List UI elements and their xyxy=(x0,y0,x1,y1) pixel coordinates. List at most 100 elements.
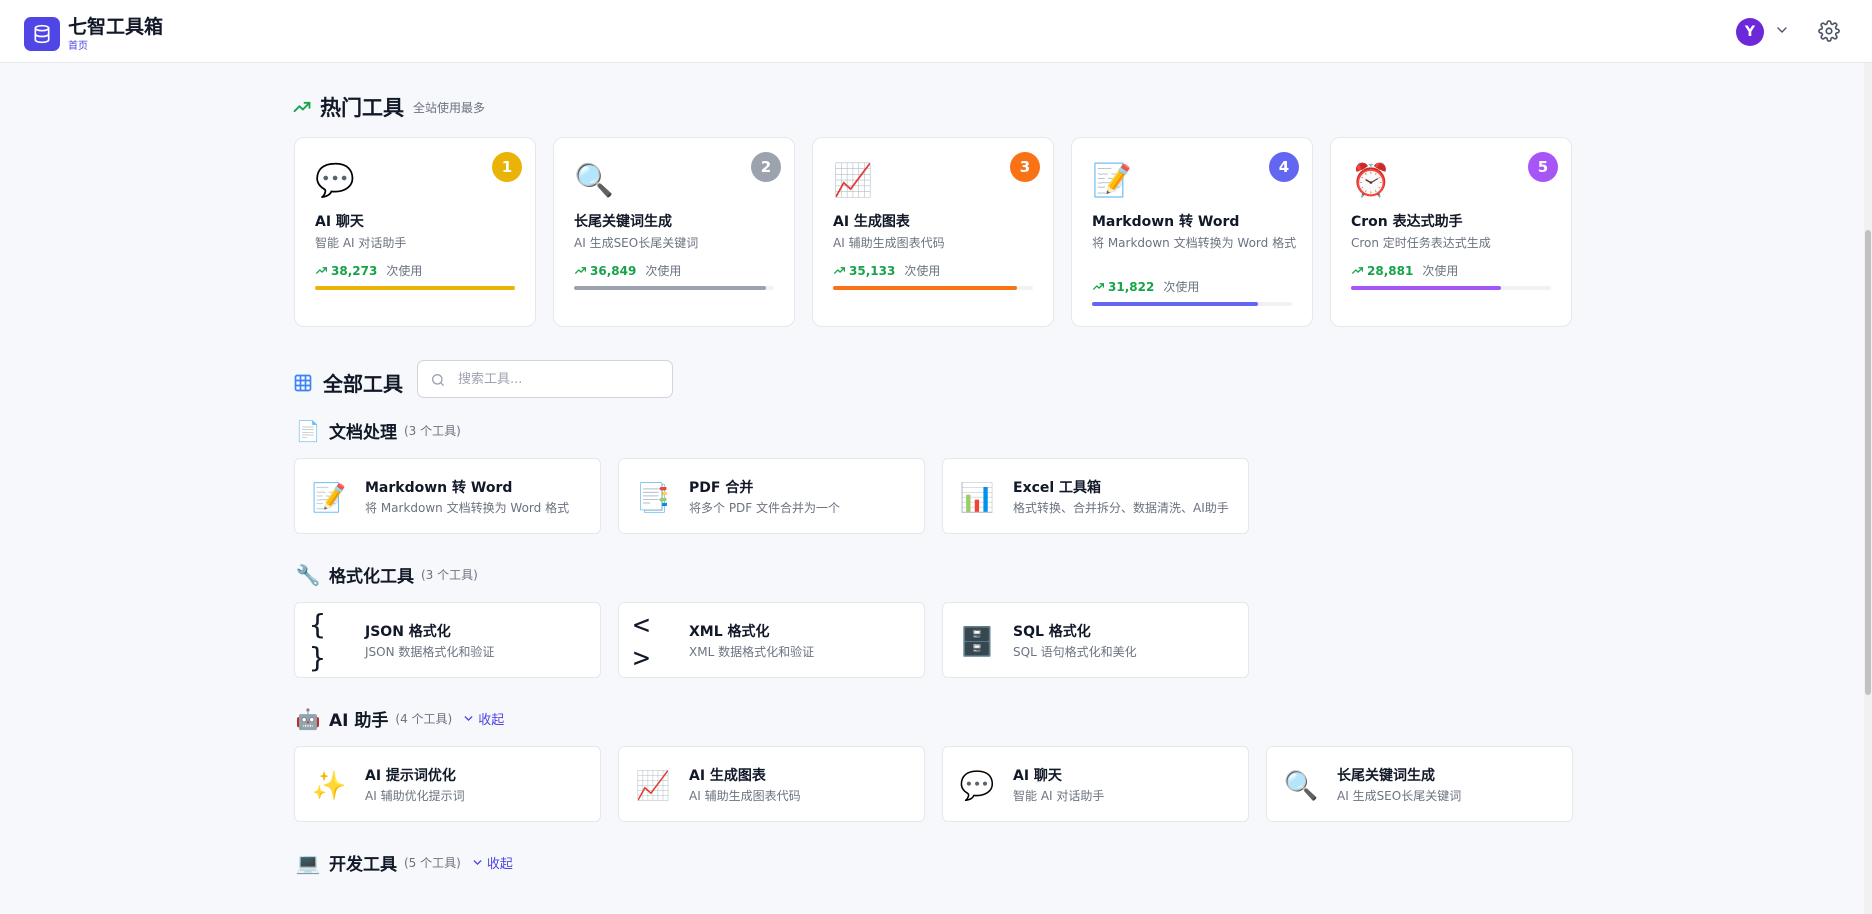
grid-icon xyxy=(294,374,312,391)
collapse-toggle[interactable]: 收起 xyxy=(462,709,504,728)
tool-emoji-icon: 💬 xyxy=(959,768,995,802)
trending-up-icon xyxy=(574,267,587,274)
category-title: 文档处理 xyxy=(329,423,397,443)
usage-unit: 次使用 xyxy=(904,264,941,278)
gear-icon[interactable] xyxy=(1818,20,1840,42)
trending-up-icon xyxy=(1092,283,1105,290)
tool-card[interactable]: 🗄️ SQL 格式化 SQL 语句格式化和美化 xyxy=(942,602,1249,678)
usage-bar-track xyxy=(1351,286,1551,290)
tool-emoji-icon: 📝 xyxy=(1092,161,1132,199)
tool-emoji-icon: 📈 xyxy=(635,768,671,802)
category-heading: 💻 开发工具 (5 个工具) 收起 xyxy=(294,850,513,876)
hot-tools-subtitle: 全站使用最多 xyxy=(413,100,486,115)
usage-bar-fill xyxy=(1351,286,1501,290)
hot-tool-desc: 将 Markdown 文档转换为 Word 格式 xyxy=(1092,236,1297,250)
tool-card[interactable]: 💬 AI 聊天 智能 AI 对话助手 xyxy=(942,746,1249,822)
user-avatar[interactable]: Y xyxy=(1736,18,1764,46)
tool-emoji-icon: 🗄️ xyxy=(959,624,995,658)
tool-card[interactable]: { } JSON 格式化 JSON 数据格式化和验证 xyxy=(294,602,601,678)
collapse-label: 收起 xyxy=(486,857,513,872)
tool-name: AI 生成图表 xyxy=(689,768,766,784)
usage-count: 38,273 xyxy=(331,263,378,278)
category-emoji-icon: 📄 xyxy=(295,418,321,443)
usage-bar-track xyxy=(315,286,515,290)
tool-emoji-icon: 📝 xyxy=(311,480,347,514)
usage-bar-track xyxy=(574,286,774,290)
hot-tool-name: AI 聊天 xyxy=(315,214,364,230)
tool-name: JSON 格式化 xyxy=(365,624,451,640)
collapse-toggle[interactable]: 收起 xyxy=(471,853,513,872)
usage-bar-fill xyxy=(315,286,515,290)
database-icon xyxy=(34,24,50,44)
tool-card[interactable]: 📊 Excel 工具箱 格式转换、合并拆分、数据清洗、AI助手 xyxy=(942,458,1249,534)
hot-tools-heading: 热门工具 全站使用最多 xyxy=(292,92,485,122)
all-tools-heading: 全部工具 xyxy=(293,368,403,397)
usage-unit: 次使用 xyxy=(386,264,423,278)
tool-search-box[interactable] xyxy=(417,360,673,398)
usage-count: 35,133 xyxy=(849,263,896,278)
category-count: (3 个工具) xyxy=(404,424,461,438)
tool-desc: 智能 AI 对话助手 xyxy=(1013,789,1105,803)
rank-badge: 5 xyxy=(1528,152,1558,182)
tool-card[interactable]: 📑 PDF 合并 将多个 PDF 文件合并为一个 xyxy=(618,458,925,534)
category-heading: 🔧 格式化工具 (3 个工具) xyxy=(294,562,478,588)
usage-bar-fill xyxy=(1092,302,1258,306)
tool-name: AI 聊天 xyxy=(1013,768,1062,784)
hot-tool-desc: Cron 定时任务表达式生成 xyxy=(1351,236,1491,250)
trending-up-icon xyxy=(833,267,846,274)
usage-count: 28,881 xyxy=(1367,263,1414,278)
rank-badge: 4 xyxy=(1269,152,1299,182)
tool-desc: 将多个 PDF 文件合并为一个 xyxy=(689,501,841,515)
chevron-down-icon xyxy=(464,716,473,722)
usage-stat: 36,849 次使用 xyxy=(574,262,681,279)
usage-unit: 次使用 xyxy=(1163,280,1200,294)
hot-tool-card[interactable]: 📈 3 AI 生成图表 AI 辅助生成图表代码 35,133 次使用 xyxy=(812,137,1054,327)
usage-bar-fill xyxy=(574,286,766,290)
hot-tool-card[interactable]: 🔍 2 长尾关键词生成 AI 生成SEO长尾关键词 36,849 次使用 xyxy=(553,137,795,327)
tool-emoji-icon: ⏰ xyxy=(1351,161,1391,199)
app-logo[interactable] xyxy=(24,17,60,51)
tool-card[interactable]: 📝 Markdown 转 Word 将 Markdown 文档转换为 Word … xyxy=(294,458,601,534)
category-emoji-icon: 🔧 xyxy=(295,562,321,587)
top-header: 七智工具箱 首页 Y xyxy=(0,0,1872,63)
collapse-label: 收起 xyxy=(478,713,505,728)
tool-card[interactable]: ✨ AI 提示词优化 AI 辅助优化提示词 xyxy=(294,746,601,822)
search-icon xyxy=(432,374,444,386)
tool-name: Markdown 转 Word xyxy=(365,480,513,496)
scrollbar-thumb[interactable] xyxy=(1865,230,1871,695)
hot-tools-title: 热门工具 xyxy=(320,96,404,120)
category-emoji-icon: 💻 xyxy=(295,850,321,875)
tool-card[interactable]: 🔍 长尾关键词生成 AI 生成SEO长尾关键词 xyxy=(1266,746,1573,822)
tool-desc: AI 辅助优化提示词 xyxy=(365,789,465,803)
search-input[interactable] xyxy=(458,369,658,389)
hot-tool-card[interactable]: 💬 1 AI 聊天 智能 AI 对话助手 38,273 次使用 xyxy=(294,137,536,327)
tool-emoji-icon: 🔍 xyxy=(1283,768,1319,802)
tool-desc: AI 辅助生成图表代码 xyxy=(689,789,801,803)
hot-tool-card[interactable]: ⏰ 5 Cron 表达式助手 Cron 定时任务表达式生成 28,881 次使用 xyxy=(1330,137,1572,327)
usage-count: 31,822 xyxy=(1108,279,1155,294)
category-heading: 📄 文档处理 (3 个工具) xyxy=(294,418,461,444)
usage-stat: 38,273 次使用 xyxy=(315,262,422,279)
rank-badge: 1 xyxy=(492,152,522,182)
hot-tool-name: Cron 表达式助手 xyxy=(1351,214,1463,230)
tool-emoji-icon: < > xyxy=(633,608,650,674)
chevron-down-icon[interactable] xyxy=(1774,22,1790,38)
category-count: (5 个工具) xyxy=(404,856,461,870)
tool-emoji-icon: 💬 xyxy=(315,161,355,199)
breadcrumb-home[interactable]: 首页 xyxy=(68,37,88,52)
category-title: AI 助手 xyxy=(329,711,389,731)
all-tools-title: 全部工具 xyxy=(323,372,403,396)
tool-name: XML 格式化 xyxy=(689,624,770,640)
tool-card[interactable]: 📈 AI 生成图表 AI 辅助生成图表代码 xyxy=(618,746,925,822)
hot-tool-name: AI 生成图表 xyxy=(833,214,910,230)
usage-unit: 次使用 xyxy=(1422,264,1459,278)
tool-card[interactable]: < > XML 格式化 XML 数据格式化和验证 xyxy=(618,602,925,678)
trending-up-icon xyxy=(1351,267,1364,274)
tool-name: 长尾关键词生成 xyxy=(1337,768,1435,784)
usage-bar-fill xyxy=(833,286,1017,290)
hot-tool-name: 长尾关键词生成 xyxy=(574,214,672,230)
hot-tool-desc: 智能 AI 对话助手 xyxy=(315,236,407,250)
tool-emoji-icon: { } xyxy=(309,608,326,674)
hot-tool-card[interactable]: 📝 4 Markdown 转 Word 将 Markdown 文档转换为 Wor… xyxy=(1071,137,1313,327)
category-count: (3 个工具) xyxy=(421,568,478,582)
